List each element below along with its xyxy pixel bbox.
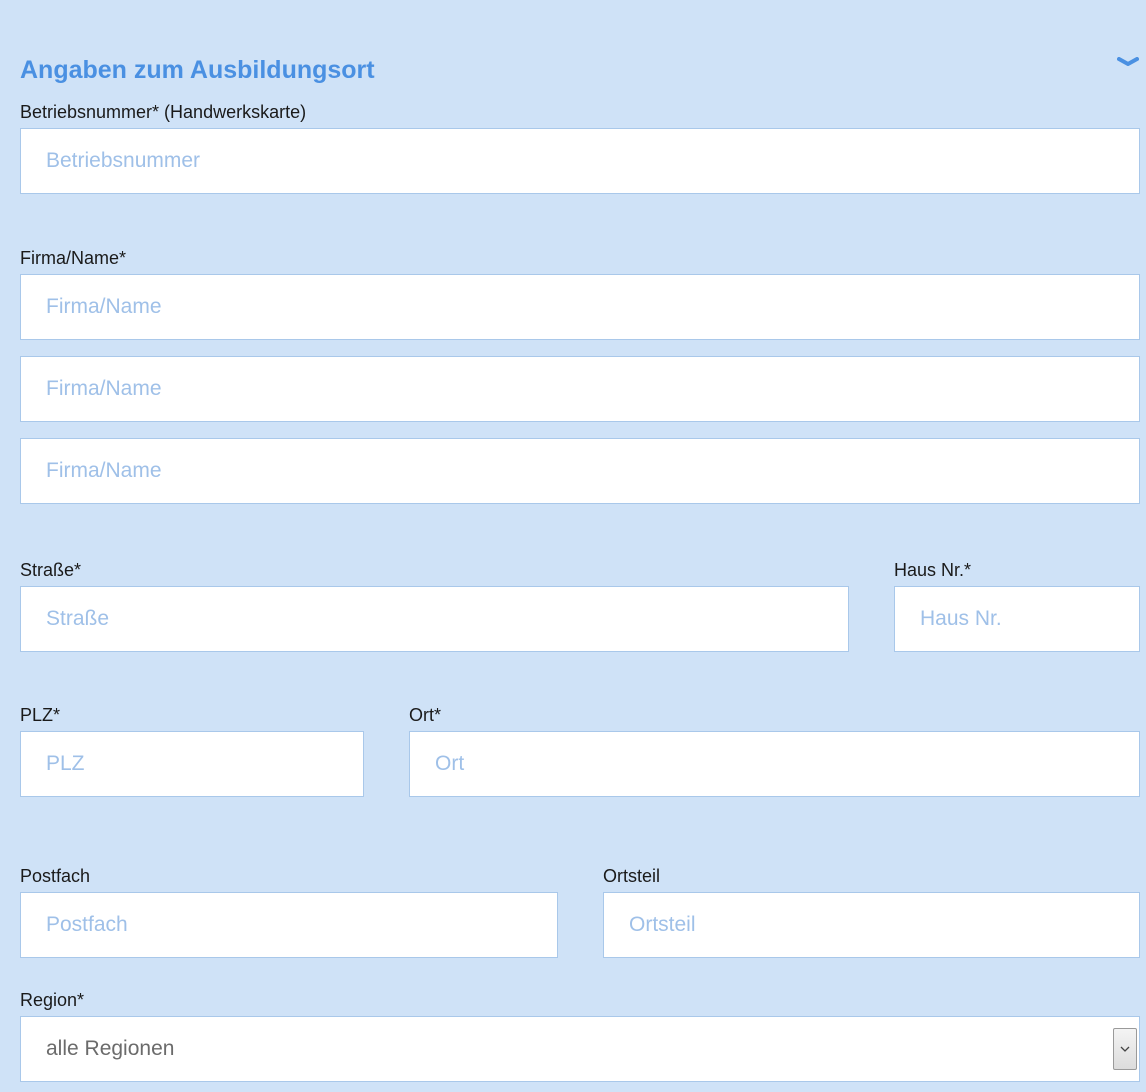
hausnr-label: Haus Nr.*: [894, 560, 972, 580]
section-title: Angaben zum Ausbildungsort: [20, 56, 375, 84]
ort-label: Ort*: [409, 705, 442, 725]
collapse-chevron-icon[interactable]: [1116, 50, 1140, 74]
firma-name-input-3[interactable]: [20, 438, 1140, 504]
region-select[interactable]: alle Regionen: [20, 1016, 1140, 1082]
plz-input[interactable]: [20, 731, 364, 797]
plz-label: PLZ*: [20, 705, 61, 725]
firma-name-label: Firma/Name*: [20, 248, 127, 268]
hausnr-input[interactable]: [894, 586, 1140, 652]
chevron-down-icon[interactable]: [1113, 1028, 1137, 1070]
strasse-input[interactable]: [20, 586, 849, 652]
betriebsnummer-input[interactable]: [20, 128, 1140, 194]
firma-name-input-2[interactable]: [20, 356, 1140, 422]
ortsteil-input[interactable]: [603, 892, 1140, 958]
strasse-label: Straße*: [20, 560, 82, 580]
firma-name-input-1[interactable]: [20, 274, 1140, 340]
region-selected-value: alle Regionen: [46, 1037, 175, 1060]
betriebsnummer-label: Betriebsnummer* (Handwerkskarte): [20, 102, 307, 122]
postfach-label: Postfach: [20, 866, 91, 886]
ort-input[interactable]: [409, 731, 1140, 797]
ortsteil-label: Ortsteil: [603, 866, 661, 886]
postfach-input[interactable]: [20, 892, 558, 958]
region-label: Region*: [20, 990, 85, 1010]
